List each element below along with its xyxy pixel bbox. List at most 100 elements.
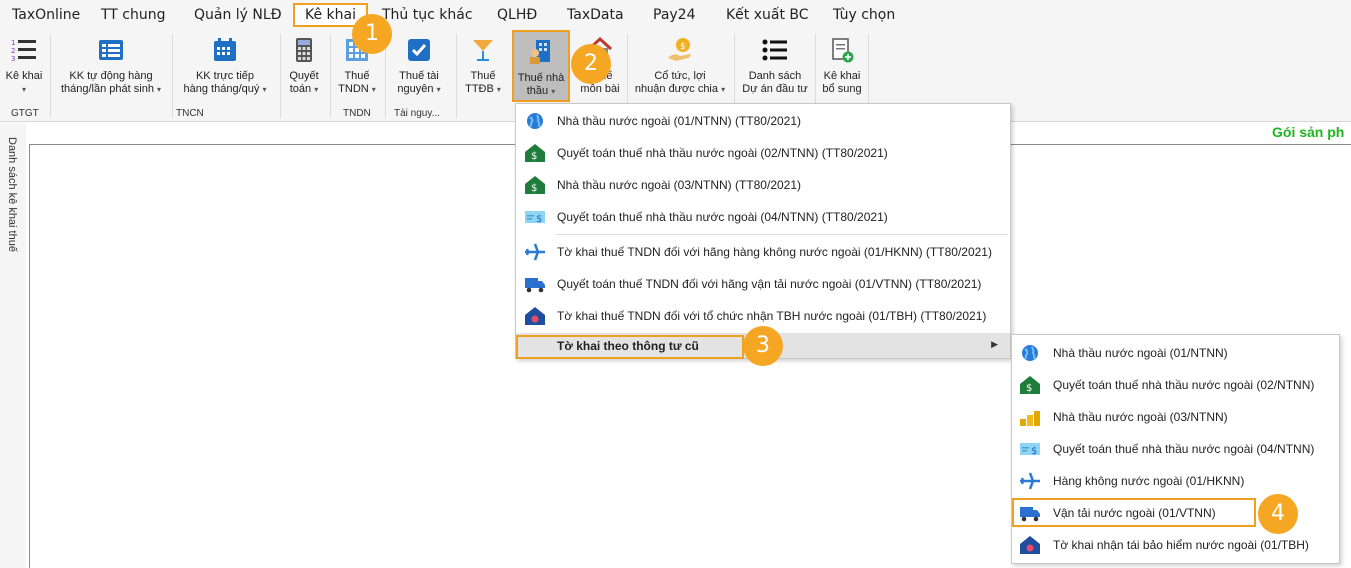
dropdown-item-01-vtnn[interactable]: Quyết toán thuế TNDN đối với hãng vận tả…	[516, 268, 1010, 300]
svg-text:$: $	[531, 151, 537, 162]
svg-text:2: 2	[11, 47, 15, 55]
svg-text:3: 3	[11, 55, 15, 63]
highlight-box	[516, 335, 744, 359]
dropdown-item-label: Tờ khai thuế TNDN đối với tổ chức nhận T…	[557, 309, 987, 323]
globe-icon	[1022, 345, 1038, 361]
hand-coin-icon: $	[668, 38, 691, 61]
quyet-toan-label-1: Quyết	[289, 70, 319, 82]
thue-tai-nguyen-button[interactable]: Thuế tài nguyên ▾	[390, 34, 448, 102]
menu-taxonline[interactable]: TaxOnline	[6, 6, 86, 26]
chevron-down-icon: ▾	[314, 85, 319, 94]
menu-thu-tuc-khac[interactable]: Thủ tục khác	[376, 6, 479, 26]
submenu-item-01-ntnn[interactable]: Nhà thầu nước ngoài (01/NTNN)	[1012, 337, 1339, 369]
kk-tu-dong-label-2-text: tháng/lần phát sinh	[60, 83, 154, 95]
dropdown-item-04-ntnn[interactable]: $ Quyết toán thuế nhà thầu nước ngoài (0…	[516, 201, 1010, 233]
menu-pay24[interactable]: Pay24	[647, 6, 702, 26]
money-house-icon: $	[1020, 376, 1040, 394]
chevron-down-icon: ▾	[157, 85, 162, 94]
chevron-down-icon: ▾	[551, 87, 556, 96]
thue-tai-nguyen-label-1: Thuế tài	[399, 70, 439, 82]
thue-nha-thau-button[interactable]: Thuế nhà thầu ▾	[512, 30, 570, 102]
separator	[172, 34, 173, 118]
thue-ttdb-label-2: TTĐB ▾	[460, 83, 506, 96]
kk-truc-tiep-label-1: KK trực tiếp	[195, 70, 255, 82]
old-circulars-submenu: Nhà thầu nước ngoài (01/NTNN) $ Quyết to…	[1011, 334, 1340, 564]
dropdown-item-01-ntnn[interactable]: Nhà thầu nước ngoài (01/NTNN) (TT80/2021…	[516, 105, 1010, 137]
dropdown-item-label: Quyết toán thuế TNDN đối với hãng vận tả…	[557, 277, 982, 291]
step-badge-3: 3	[743, 326, 783, 366]
kk-truc-tiep-label-2-text: hàng tháng/quý	[183, 83, 260, 95]
ke-khai-bo-sung-button[interactable]: Kê khai bổ sung	[819, 34, 865, 102]
chevron-down-icon: ▾	[21, 85, 26, 94]
chevron-down-icon: ▾	[371, 85, 376, 94]
submenu-item-02-ntnn[interactable]: $ Quyết toán thuế nhà thầu nước ngoài (0…	[1012, 369, 1339, 401]
thue-ttdb-button[interactable]: Thuế TTĐB ▾	[460, 34, 506, 102]
menu-ket-xuat-bc[interactable]: Kết xuất BC	[720, 6, 815, 26]
dropdown-separator	[556, 234, 1008, 235]
dropdown-item-label: Tờ khai thuế TNDN đối với hãng hàng khôn…	[557, 245, 992, 259]
danh-sach-du-an-label-2: Dự án đầu tư	[742, 83, 808, 95]
menu-taxdata[interactable]: TaxData	[561, 6, 630, 26]
submenu-item-01-hknn[interactable]: Hàng không nước ngoài (01/HKNN)	[1012, 465, 1339, 497]
menu-bar: TaxOnline TT chung Quản lý NLĐ Kê khai T…	[0, 0, 1351, 30]
dropdown-item-label: Quyết toán thuế nhà thầu nước ngoài (04/…	[557, 210, 888, 224]
co-tuc-label-2-text: nhuận được chia	[634, 83, 718, 95]
ke-khai-button[interactable]: 1 2 3 Kê khai ▾	[2, 34, 46, 102]
insurance-house-icon	[525, 307, 545, 325]
thue-nha-thau-label-2: thầu ▾	[514, 85, 568, 98]
svg-text:$: $	[680, 42, 686, 52]
contractor-building-icon	[530, 40, 550, 64]
product-label: Gói sản ph	[1272, 124, 1345, 140]
airplane-icon	[1020, 472, 1040, 490]
step-badge-4: 4	[1258, 494, 1298, 534]
danh-sach-du-an-button[interactable]: Danh sách Dự án đầu tư	[740, 34, 810, 102]
dropdown-item-01-hknn[interactable]: Tờ khai thuế TNDN đối với hãng hàng khôn…	[516, 236, 1010, 268]
cheque-icon: $	[525, 211, 545, 225]
quyet-toan-button[interactable]: Quyết toán ▾	[284, 34, 324, 102]
step-badge-1: 1	[352, 14, 392, 54]
thue-nha-thau-label-2-text: thầu	[526, 85, 549, 97]
submenu-item-label: Hàng không nước ngoài (01/HKNN)	[1053, 474, 1245, 488]
kk-tu-dong-button[interactable]: KK tự động hàng tháng/lần phát sinh ▾	[56, 34, 166, 102]
dropdown-item-03-ntnn[interactable]: $ Nhà thầu nước ngoài (03/NTNN) (TT80/20…	[516, 169, 1010, 201]
calendar-icon	[214, 38, 236, 61]
truck-icon	[525, 278, 545, 293]
side-panel-label[interactable]: Danh sách kê khai thuế	[6, 137, 18, 252]
thue-tndn-label-2: TNDN ▾	[334, 83, 380, 96]
step-badge-2: 2	[571, 44, 611, 84]
group-label-tndn: TNDN	[343, 108, 371, 119]
dropdown-item-label: Quyết toán thuế nhà thầu nước ngoài (02/…	[557, 146, 888, 160]
co-tuc-label-2: nhuận được chia ▾	[631, 83, 729, 96]
thue-tndn-label-2-text: TNDN	[338, 83, 369, 95]
submenu-item-04-ntnn[interactable]: $ Quyết toán thuế nhà thầu nước ngoài (0…	[1012, 433, 1339, 465]
menu-qlhd[interactable]: QLHĐ	[491, 6, 543, 26]
svg-text:$: $	[531, 183, 537, 194]
menu-tt-chung[interactable]: TT chung	[95, 6, 172, 26]
chevron-right-icon: ▶	[991, 339, 998, 349]
danh-sach-du-an-label-1: Danh sách	[748, 70, 802, 82]
highlight-box	[1012, 498, 1256, 527]
menu-tuy-chon[interactable]: Tùy chọn	[827, 6, 901, 26]
menu-quan-ly-nld[interactable]: Quản lý NLĐ	[188, 6, 288, 26]
thue-nha-thau-label-1: Thuế nhà	[517, 72, 565, 84]
chevron-down-icon: ▾	[496, 85, 501, 94]
document-add-icon	[832, 38, 854, 63]
svg-text:1: 1	[11, 39, 15, 47]
thue-ttdb-label-2-text: TTĐB	[465, 83, 494, 95]
cocktail-icon	[473, 40, 493, 61]
co-tuc-button[interactable]: $ Cổ tức, lợi nhuận được chia ▾	[631, 34, 729, 102]
kk-truc-tiep-button[interactable]: KK trực tiếp hàng tháng/quý ▾	[176, 34, 274, 102]
submenu-item-01-tbh[interactable]: Tờ khai nhận tái bảo hiểm nước ngoài (01…	[1012, 529, 1339, 561]
kk-tu-dong-label-1: KK tự động hàng	[69, 70, 153, 82]
dropdown-item-label: Nhà thầu nước ngoài (01/NTNN) (TT80/2021…	[557, 114, 802, 128]
thue-tai-nguyen-label-2: nguyên ▾	[390, 83, 448, 96]
submenu-item-03-ntnn[interactable]: Nhà thầu nước ngoài (03/NTNN)	[1012, 401, 1339, 433]
ke-khai-bo-sung-label-2: bổ sung	[822, 83, 862, 95]
thue-ttdb-label-1: Thuế	[470, 70, 496, 82]
airplane-icon	[525, 243, 545, 261]
co-tuc-label-1: Cổ tức, lợi	[654, 70, 706, 82]
money-house-icon: $	[525, 176, 545, 194]
checkbox-icon	[408, 39, 430, 61]
bulleted-list-icon	[762, 39, 787, 61]
dropdown-item-02-ntnn[interactable]: $ Quyết toán thuế nhà thầu nước ngoài (0…	[516, 137, 1010, 169]
